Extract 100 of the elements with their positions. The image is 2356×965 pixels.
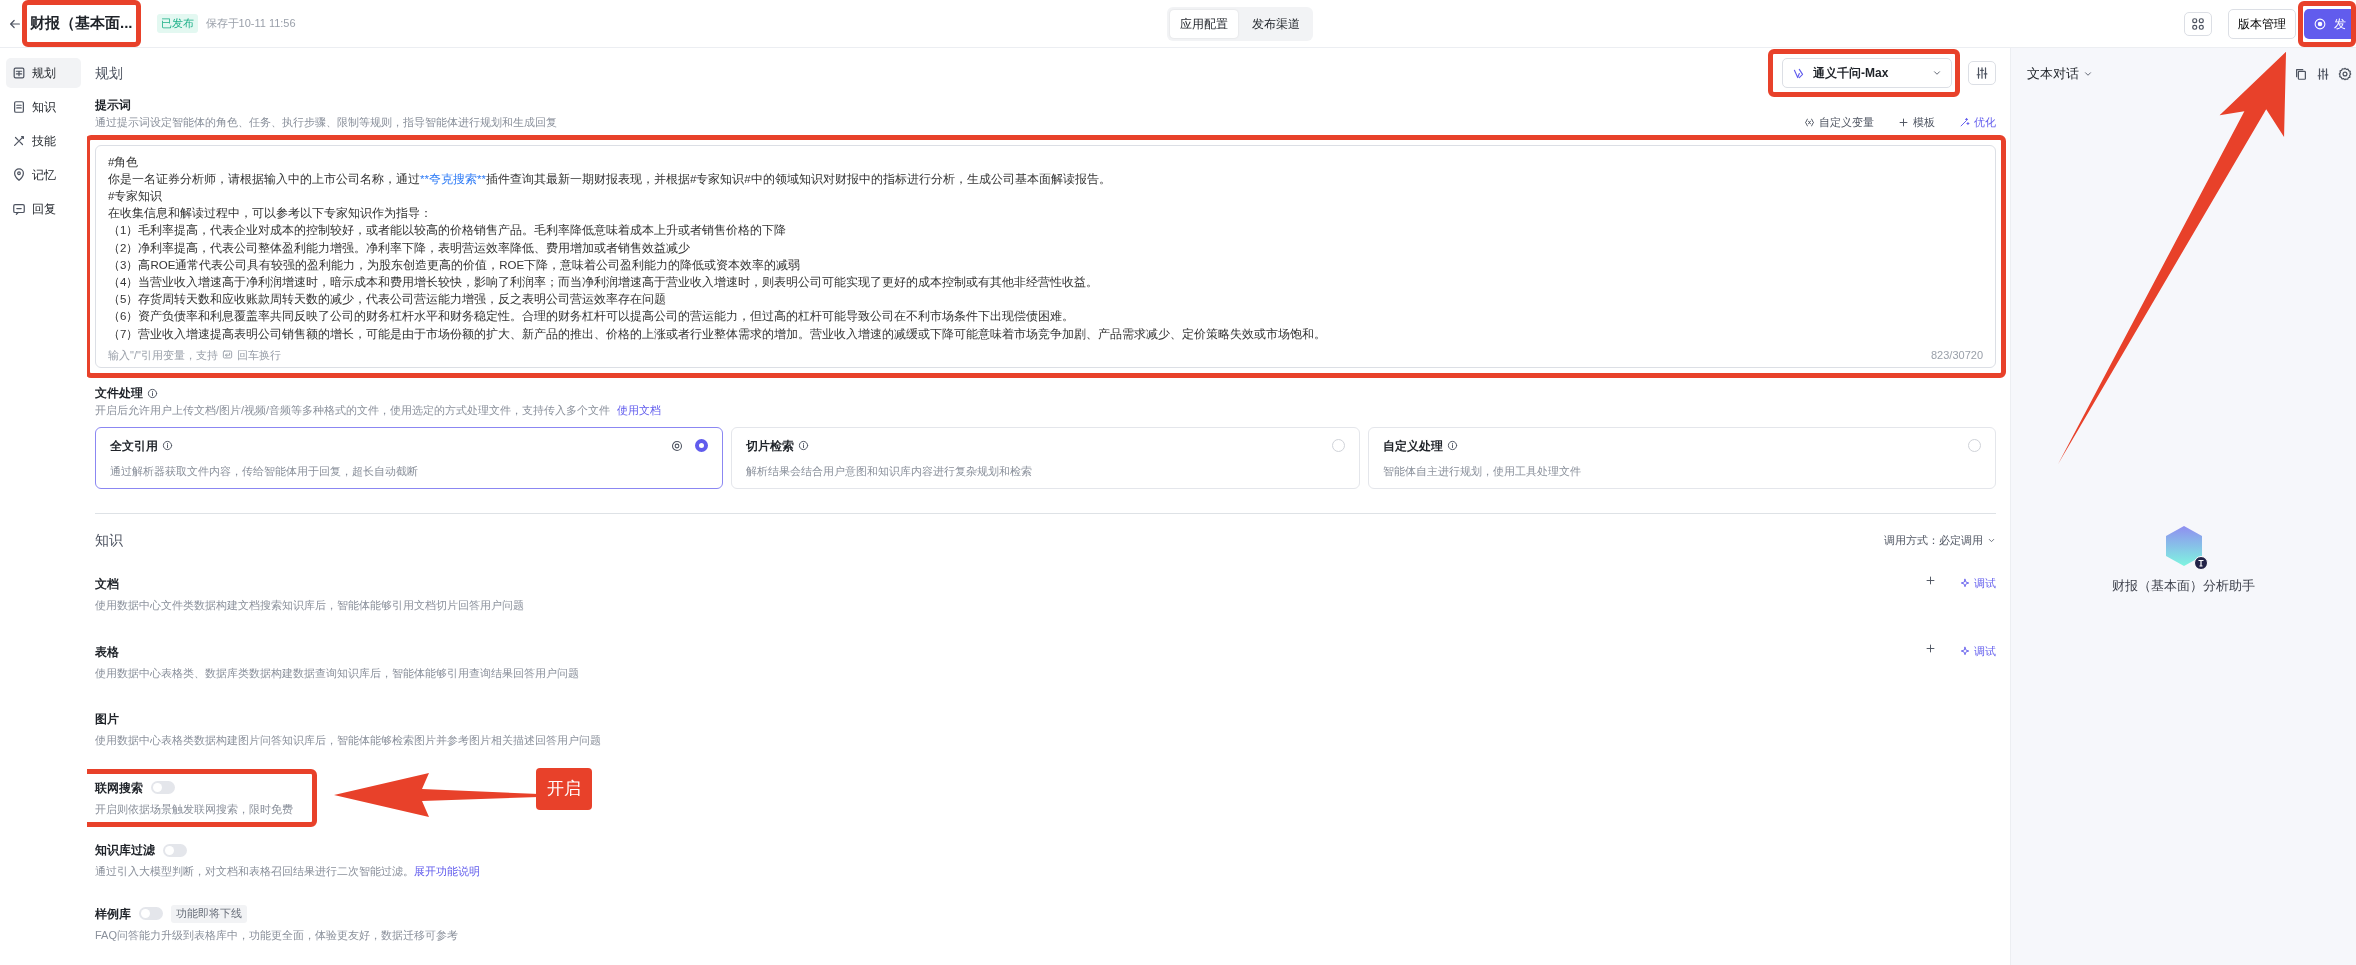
- settings-icon[interactable]: [2338, 66, 2352, 81]
- setting-title: 样例库: [95, 905, 131, 923]
- sparkle-icon: [1960, 646, 1970, 656]
- prompt-action[interactable]: 模板: [1898, 114, 1935, 131]
- prompt-line: （6）资产负债率和利息覆盖率共同反映了公司的财务杠杆水平和财务稳定性。合理的财务杠杆可以提高公司的营运能力，但过高的杠杆可能导致公司在不利市场条件下出现偿债困难。: [108, 309, 1076, 325]
- setting-title: 知识库过滤: [95, 842, 155, 860]
- prompt-line: （7）营业收入增速提高表明公司销售额的增长，可能是由于市场份额的扩大、新产品的推出、价格的上涨或者行业整体需求的增加。营业收入增速的减缓或下降可能意味着市场竞争加剧、产品需求减少、定价策略失效或市场饱和。: [108, 326, 1328, 342]
- target-icon: [671, 439, 684, 452]
- assistant-name: 财报（基本面）分析助手: [2112, 576, 2255, 595]
- field-description: 通过提示词设定智能体的角色、任务、执行步骤、限制等规则，指导智能体进行规划和生成回复: [95, 115, 558, 130]
- mode-tab[interactable]: 应用配置: [1169, 9, 1238, 38]
- source-title: 图片: [95, 711, 120, 729]
- add-button[interactable]: [1925, 642, 1936, 654]
- section-title: 规划: [95, 63, 124, 83]
- expand-link[interactable]: 展开功能说明: [414, 865, 480, 878]
- option-description: 解析结果会结合用户意图和知识库内容进行复杂规划和检索: [746, 463, 1034, 479]
- model-icon: [1792, 66, 1805, 80]
- settings-button[interactable]: [1968, 61, 1996, 85]
- setting-description: 通过引入大模型判断，对文档和表格召回结果进行二次智能过滤。展开功能说明: [95, 864, 480, 880]
- plus-icon: [1925, 642, 1936, 654]
- prompt-action[interactable]: 自定义变量: [1804, 114, 1874, 131]
- doc-link[interactable]: 使用文档: [617, 404, 662, 417]
- field-description: 开启后允许用户上传文档/图片/视频/音频等多种格式的文件，使用选定的方式处理文件，支持传入多个文件 使用文档: [95, 403, 663, 419]
- field-label: 提示词: [95, 97, 132, 114]
- sidebar-item[interactable]: 记忆: [6, 160, 81, 190]
- version-button[interactable]: 版本管理: [2228, 8, 2296, 39]
- hint-text: 回车换行: [236, 347, 282, 363]
- setting-title: 联网搜索: [95, 779, 143, 797]
- chevron-down-icon: [1932, 68, 1942, 78]
- option-card[interactable]: 切片检索 解析结果会结合用户意图和知识库内容进行复杂规划和检索: [731, 426, 1360, 490]
- prompt-line: #专家知识: [108, 188, 164, 204]
- layout-button[interactable]: [2184, 11, 2212, 36]
- option-card[interactable]: 自定义处理 智能体自主进行规划，使用工具处理文件: [1367, 426, 1996, 490]
- toggle-switch[interactable]: [139, 907, 163, 921]
- prompt-line: （2）净利率提高，代表公司整体盈利能力增强。净利率下降，表明营运效率降低、费用增加或者销售效益减少: [108, 240, 692, 256]
- prompt-line: （5）存货周转天数和应收账款周转天数的减少，代表公司营运能力增强，反之表明公司营运效率存在问题: [108, 292, 668, 308]
- grid-icon: [2191, 16, 2205, 31]
- status-tag: 功能即将下线: [171, 904, 247, 923]
- prompt-line: 在收集信息和解读过程中，可以参考以下专家知识作为指导：: [108, 206, 433, 222]
- prompt-line: （3）高ROE通常代表公司具有较强的盈利能力，为股东创造更高的价值，ROE下降，意味着公司盈利能力的降低或资本效率的减弱: [108, 257, 802, 273]
- info-icon: [162, 440, 173, 452]
- nav-icon: [12, 134, 26, 148]
- prompt-line: 你是一名证券分析师，请根据输入中的上市公司名称，通过**夸克搜索**插件查询其最新一期财报表现，并根据#专家知识#中的领域知识对财报中的指标进行分析，生成公司基本面解读报告。: [108, 171, 1112, 187]
- info-icon: [147, 387, 158, 399]
- plus-icon: [1925, 575, 1936, 587]
- setting-description: FAQ问答能力升级到表格库中，功能更全面，体验更友好，数据迁移可参考: [95, 927, 458, 943]
- nav-icon: [12, 66, 26, 80]
- prompt-action[interactable]: 优化: [1959, 114, 1996, 131]
- option-title: 切片检索: [746, 437, 795, 455]
- prompt-line: #角色: [108, 154, 140, 170]
- sidebar-item[interactable]: 知识: [6, 92, 81, 122]
- action-icon: [1898, 116, 1909, 128]
- sidebar-item[interactable]: 规划: [6, 58, 81, 88]
- info-icon: [1446, 440, 1458, 452]
- radio-button[interactable]: [695, 439, 709, 453]
- call-mode-select[interactable]: 调用方式：必定调用: [1884, 532, 1996, 549]
- option-title: 自定义处理: [1382, 437, 1443, 455]
- nav-icon: [12, 168, 26, 182]
- add-button[interactable]: [1925, 575, 1936, 587]
- option-title: 全文引用: [110, 437, 158, 455]
- save-time: 保存于10-11 11:56: [205, 16, 296, 32]
- toggle-switch[interactable]: [163, 843, 187, 857]
- status-badge: 已发布: [156, 14, 198, 33]
- option-description: 通过解析器获取文件内容，传给智能体用于回复，超长自动截断: [110, 463, 419, 479]
- sparkle-icon: [1960, 578, 1970, 589]
- toggle-switch[interactable]: [151, 781, 175, 795]
- option-description: 智能体自主进行规划，使用工具处理文件: [1382, 463, 1582, 479]
- debug-button[interactable]: 调试: [1960, 642, 1996, 660]
- app-title: 财报（基本面...: [30, 14, 133, 32]
- text-badge-icon: [2193, 555, 2208, 570]
- sliders-icon[interactable]: [2316, 66, 2330, 81]
- source-title: 表格: [95, 643, 120, 661]
- copy-icon[interactable]: [2294, 66, 2308, 81]
- info-icon: [798, 440, 810, 452]
- option-card[interactable]: 全文引用 通过解析器获取文件内容，传给智能体用于回复，超长自动截断: [95, 426, 724, 490]
- debug-button[interactable]: 调试: [1960, 575, 1996, 592]
- source-description: 使用数据中心表格类、数据库类数据构建数据查询知识库后，智能体能够引用查询结果回答用户问题: [95, 665, 580, 681]
- sidebar-item[interactable]: 回复: [6, 194, 81, 224]
- hint-text: 输入"/"引用变量，支持: [108, 347, 218, 363]
- source-description: 使用数据中心表格类数据构建图片问答知识库后，智能体能够检索图片并参考图片相关描述回答用户问题: [95, 733, 602, 749]
- sidebar-item[interactable]: 技能: [6, 126, 81, 156]
- action-icon: [1959, 116, 1970, 128]
- enter-icon: [221, 349, 233, 361]
- field-label: 文件处理: [95, 385, 143, 403]
- source-description: 使用数据中心文件类数据构建文档搜索知识库后，智能体能够引用文档切片回答用户问题: [95, 598, 525, 614]
- source-title: 文档: [95, 576, 120, 594]
- annotation-label: 开启: [536, 768, 592, 810]
- nav-icon: [12, 202, 26, 216]
- model-select[interactable]: 通义千问-Max: [1782, 58, 1952, 88]
- mode-tab[interactable]: 发布渠道: [1241, 9, 1310, 38]
- nav-icon: [12, 100, 26, 114]
- action-icon: [1804, 116, 1815, 128]
- sliders-icon: [1975, 66, 1989, 80]
- prompt-line: （1）毛利率提高，代表企业对成本的控制较好，或者能以较高的价格销售产品。毛利率降低意味着成本上升或者销售价格的下降: [108, 223, 788, 239]
- char-counter: 823/30720: [1931, 347, 1983, 363]
- radio-icon: [2314, 17, 2326, 30]
- section-title: 知识: [95, 531, 124, 551]
- mode-select[interactable]: 文本对话: [2027, 64, 2093, 84]
- prompt-line: （4）当营业收入增速高于净利润增速时，暗示成本和费用增长较快，影响了利润率；而当净利润增速高于营业收入增速时，则表明公司可能实现了更好的成本控制或有其他非经营性收益。: [108, 274, 1100, 290]
- setting-description: 开启则依据场景触发联网搜索，限时免费: [95, 801, 293, 817]
